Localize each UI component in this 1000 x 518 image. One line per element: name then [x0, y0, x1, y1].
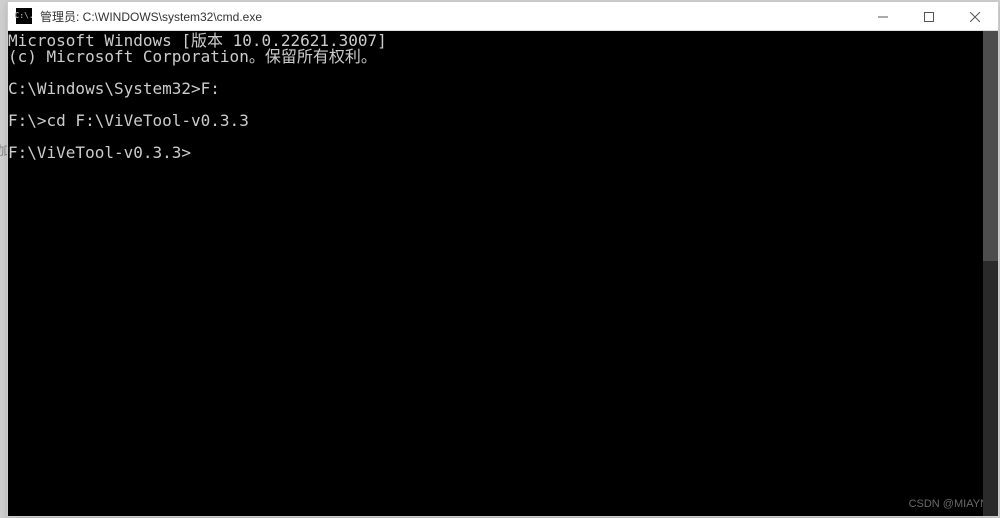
titlebar[interactable]: C:\. 管理员: C:\WINDOWS\system32\cmd.exe — [8, 2, 998, 31]
cmd-icon: C:\. — [16, 8, 32, 24]
cmd-icon-text: C:\. — [14, 12, 33, 20]
watermark: CSDN @MIAYN — [909, 496, 988, 512]
scrollbar-track[interactable] — [983, 31, 998, 516]
terminal-line: F:\>cd F:\ViVeTool-v0.3.3 — [8, 113, 998, 129]
close-icon — [970, 12, 980, 22]
close-button[interactable] — [952, 2, 998, 31]
terminal-line: C:\Windows\System32>F: — [8, 81, 998, 97]
cmd-window: C:\. 管理员: C:\WINDOWS\system32\cmd.exe Mi… — [7, 2, 999, 517]
minimize-icon — [878, 12, 888, 22]
desktop-edge: 加 — [0, 30, 7, 518]
maximize-icon — [924, 12, 934, 22]
terminal-area[interactable]: Microsoft Windows [版本 10.0.22621.3007] (… — [8, 31, 998, 516]
window-controls — [860, 2, 998, 30]
scrollbar-thumb[interactable] — [983, 31, 998, 261]
minimize-button[interactable] — [860, 2, 906, 31]
terminal-line: (c) Microsoft Corporation。保留所有权利。 — [8, 49, 998, 65]
window-title: 管理员: C:\WINDOWS\system32\cmd.exe — [40, 8, 860, 25]
maximize-button[interactable] — [906, 2, 952, 31]
terminal-line: F:\ViVeTool-v0.3.3> — [8, 145, 998, 161]
